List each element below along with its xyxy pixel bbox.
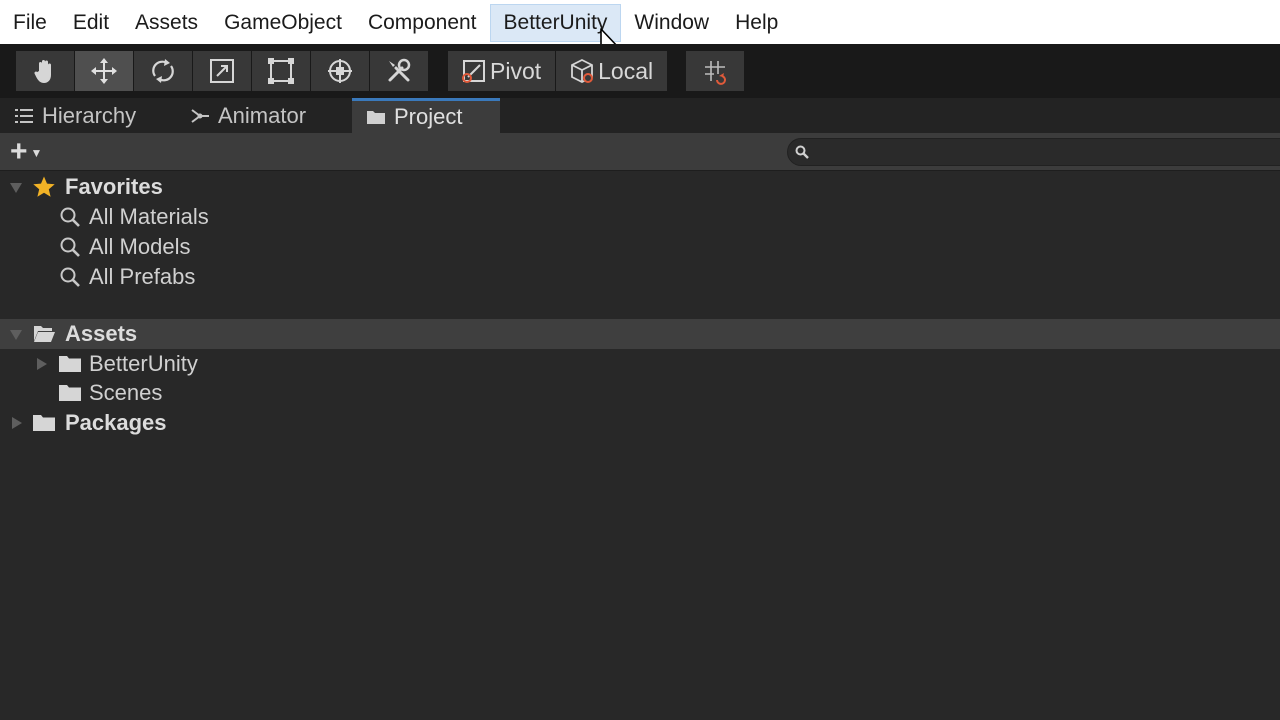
tab-project[interactable]: Project	[352, 98, 500, 133]
tree-item-all-prefabs[interactable]: All Prefabs	[0, 262, 1280, 292]
tree-item-all-models[interactable]: All Models	[0, 232, 1280, 262]
pivot-toggles-group: Pivot Local	[448, 51, 668, 91]
project-toolbar: + ▼	[0, 133, 1280, 171]
rect-transform-icon	[268, 58, 294, 84]
tree-item-betterunity[interactable]: BetterUnity	[0, 349, 1280, 379]
expand-arrow-down-icon[interactable]	[9, 181, 23, 195]
menu-assets[interactable]: Assets	[122, 4, 211, 42]
star-icon	[33, 176, 55, 197]
tree-item-all-materials[interactable]: All Materials	[0, 202, 1280, 232]
search-icon	[60, 237, 80, 257]
tree-item-assets[interactable]: Assets	[0, 319, 1280, 349]
panel-tab-bar: Hierarchy Animator Project	[0, 98, 1280, 133]
scale-icon	[210, 59, 234, 83]
local-cube-icon	[571, 58, 594, 84]
tree-item-scenes[interactable]: Scenes	[0, 378, 1280, 408]
grid-snap-button[interactable]	[686, 51, 745, 91]
folder-icon	[59, 385, 81, 401]
grid-snap-icon	[705, 61, 727, 85]
search-icon	[60, 207, 80, 227]
scale-tool-button[interactable]	[193, 51, 251, 91]
animator-icon	[191, 108, 209, 123]
move-icon	[91, 58, 117, 84]
transform-tool-button[interactable]	[311, 51, 369, 91]
menu-component[interactable]: Component	[355, 4, 490, 42]
tree-item-label: All Prefabs	[89, 264, 196, 289]
menu-gameobject[interactable]: GameObject	[211, 4, 355, 42]
search-icon	[60, 267, 80, 287]
tree-item-label: All Materials	[89, 204, 209, 229]
hand-icon	[34, 60, 51, 83]
tree-item-favorites[interactable]: Favorites	[0, 172, 1280, 202]
pivot-label: Pivot	[490, 57, 542, 84]
project-search-field[interactable]	[787, 138, 1280, 166]
tab-animator-label: Animator	[218, 102, 307, 128]
menu-help[interactable]: Help	[722, 4, 791, 42]
plus-icon: +	[10, 135, 28, 168]
tab-hierarchy-label: Hierarchy	[42, 102, 137, 128]
tab-project-label: Project	[394, 104, 463, 129]
tree-item-packages[interactable]: Packages	[0, 408, 1280, 438]
tab-animator[interactable]: Animator	[176, 98, 352, 133]
menu-bar: File Edit Assets GameObject Component Be…	[0, 0, 1280, 44]
folder-icon	[59, 356, 81, 372]
pivot-toggle-button[interactable]: Pivot	[448, 51, 556, 91]
hand-tool-button[interactable]	[16, 51, 74, 91]
search-input[interactable]	[816, 141, 1276, 163]
favorites-label: Favorites	[65, 174, 163, 199]
tab-hierarchy[interactable]: Hierarchy	[0, 98, 176, 133]
dropdown-caret-icon: ▼	[30, 146, 43, 160]
pivot-icon	[462, 60, 485, 83]
menu-file[interactable]: File	[0, 4, 60, 42]
local-toggle-button[interactable]: Local	[556, 51, 668, 91]
tree-item-label: BetterUnity	[89, 351, 198, 376]
assets-label: Assets	[65, 321, 138, 346]
local-label: Local	[598, 57, 654, 84]
packages-label: Packages	[65, 410, 167, 435]
expand-arrow-right-icon[interactable]	[35, 357, 49, 371]
expand-arrow-right-icon[interactable]	[10, 416, 24, 430]
move-tool-button[interactable]	[75, 51, 133, 91]
list-icon	[15, 108, 33, 123]
expand-arrow-down-icon[interactable]	[9, 328, 23, 342]
custom-tool-button[interactable]	[370, 51, 428, 91]
folder-icon	[33, 415, 55, 431]
menu-window[interactable]: Window	[621, 4, 722, 42]
rotate-tool-button[interactable]	[134, 51, 192, 91]
rotate-icon	[152, 59, 174, 83]
transform-tools-group	[16, 51, 429, 91]
menu-edit[interactable]: Edit	[60, 4, 122, 42]
tree-item-label: All Models	[89, 234, 191, 259]
search-icon	[795, 145, 809, 159]
folder-icon	[367, 111, 385, 124]
scene-toolbar: Pivot Local	[0, 44, 1280, 98]
open-folder-icon	[34, 326, 55, 342]
create-dropdown-button[interactable]: + ▼	[10, 135, 43, 168]
tree-item-label: Scenes	[89, 380, 163, 405]
rect-tool-button[interactable]	[252, 51, 310, 91]
transform-icon	[328, 59, 352, 83]
tools-icon	[388, 58, 411, 82]
snap-group	[686, 51, 745, 91]
